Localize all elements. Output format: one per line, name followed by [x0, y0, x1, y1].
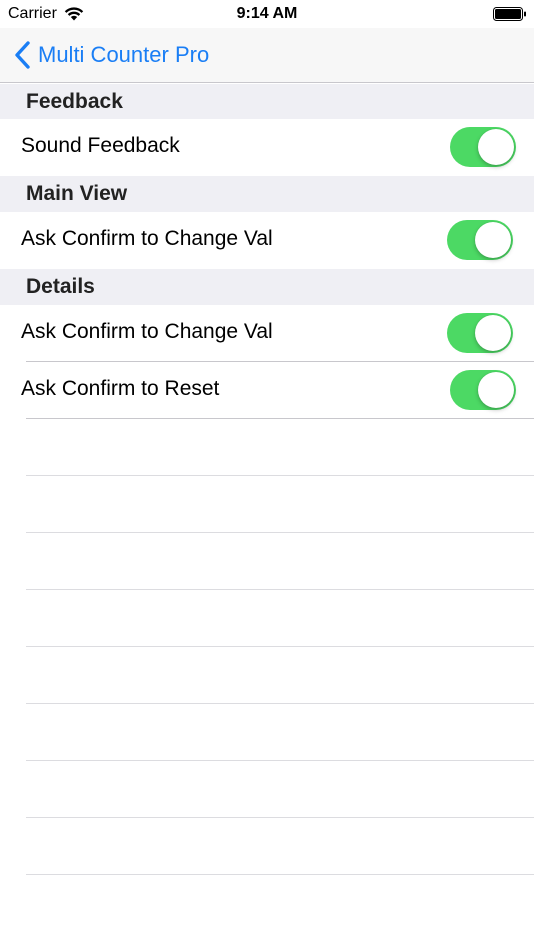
status-time: 9:14 AM [236, 5, 298, 22]
section-header-feedback: Feedback [0, 84, 534, 120]
section-title: Feedback [26, 90, 123, 113]
chevron-left-icon [15, 41, 30, 69]
setting-label: Ask Confirm to Change Val [21, 320, 273, 343]
empty-row-separator [26, 760, 534, 761]
details-confirm-change-toggle[interactable] [447, 313, 513, 353]
status-bar: Carrier 9:14 AM [0, 0, 534, 28]
section-header-main-view: Main View [0, 176, 534, 212]
empty-row-separator [26, 703, 534, 704]
settings-screen: Carrier 9:14 AM Multi Counter Pro Feedba… [0, 0, 534, 950]
section-title: Details [26, 275, 95, 298]
section-title: Main View [26, 182, 128, 205]
empty-row-separator [26, 874, 534, 875]
setting-label: Sound Feedback [21, 134, 180, 157]
empty-row-separator [26, 817, 534, 818]
back-button[interactable]: Multi Counter Pro [14, 38, 209, 72]
empty-row-separator [26, 646, 534, 647]
empty-row-separator [26, 532, 534, 533]
setting-row-sound-feedback: Sound Feedback [0, 119, 534, 176]
row-separator [26, 418, 534, 419]
navigation-bar: Multi Counter Pro [0, 28, 534, 83]
toggle-knob [475, 315, 511, 351]
setting-row-details-confirm-change: Ask Confirm to Change Val [0, 305, 534, 362]
toggle-knob [478, 372, 514, 408]
toggle-knob [475, 222, 511, 258]
main-confirm-change-toggle[interactable] [447, 220, 513, 260]
sound-feedback-toggle[interactable] [450, 127, 516, 167]
empty-row-separator [26, 475, 534, 476]
battery-icon [493, 7, 526, 21]
setting-label: Ask Confirm to Reset [21, 377, 220, 400]
section-header-details: Details [0, 269, 534, 305]
details-confirm-reset-toggle[interactable] [450, 370, 516, 410]
empty-row-separator [26, 589, 534, 590]
toggle-knob [478, 129, 514, 165]
setting-row-main-confirm-change: Ask Confirm to Change Val [0, 212, 534, 269]
setting-label: Ask Confirm to Change Val [21, 227, 273, 250]
back-button-label: Multi Counter Pro [38, 42, 210, 67]
setting-row-details-confirm-reset: Ask Confirm to Reset [0, 362, 534, 419]
